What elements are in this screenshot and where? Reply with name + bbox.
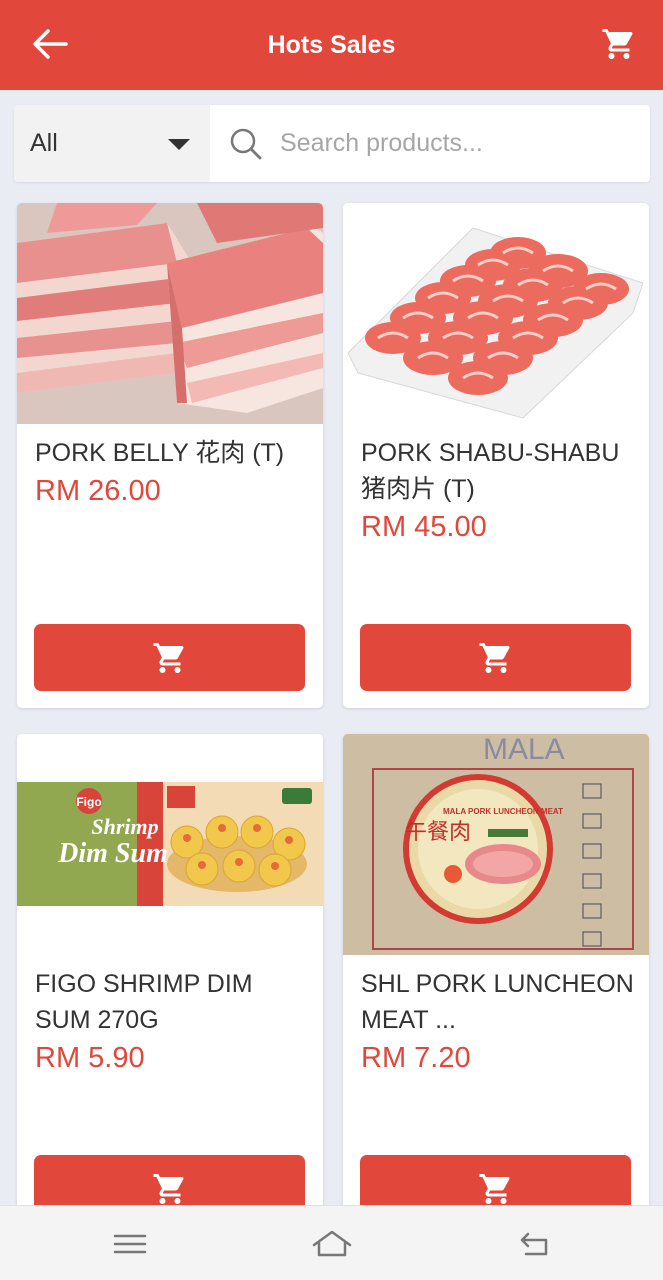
menu-icon[interactable] (110, 1228, 150, 1260)
product-card[interactable]: PORK BELLY 花肉 (T) RM 26.00 (17, 203, 323, 708)
shopping-cart-icon[interactable] (601, 26, 637, 62)
search-input[interactable] (280, 129, 640, 158)
search-box (210, 105, 650, 182)
figo-label-dim-sum: Dim Sum (57, 838, 168, 869)
mala-can-title: MALA PORK LUNCHEON MEAT (443, 807, 563, 816)
product-image-pork-belly (17, 203, 323, 424)
filter-bar: All (14, 105, 650, 182)
app-bar: Hots Sales (0, 0, 663, 90)
cart-add-icon (153, 642, 184, 673)
add-to-cart-button[interactable] (360, 624, 631, 691)
figo-label-shrimp: Shrimp (91, 814, 158, 839)
cart-add-icon (479, 642, 510, 673)
product-image-luncheon-meat: MALA MALA PORK LUNCHEON MEAT 午餐肉 (343, 734, 649, 955)
product-price: RM 7.20 (361, 1042, 471, 1074)
system-nav-bar (0, 1205, 663, 1280)
home-icon[interactable] (312, 1228, 352, 1260)
back-arrow-icon[interactable] (30, 26, 70, 62)
cart-add-icon (153, 1173, 184, 1204)
product-card[interactable]: PORK SHABU-SHABU 猪肉片 (T) RM 45.00 (343, 203, 649, 708)
add-to-cart-button[interactable] (34, 624, 305, 691)
category-selected: All (30, 129, 58, 157)
back-icon[interactable] (514, 1228, 554, 1260)
product-name: SHL PORK LUNCHEON MEAT ... (361, 970, 634, 1034)
caret-down-icon (168, 139, 190, 150)
cart-add-icon (479, 1173, 510, 1204)
product-name: FIGO SHRIMP DIM SUM 270G (35, 970, 253, 1034)
category-dropdown[interactable]: All (14, 105, 210, 182)
mala-can-chinese: 午餐肉 (405, 820, 471, 845)
product-price: RM 26.00 (35, 475, 161, 507)
page-title: Hots Sales (267, 30, 396, 59)
product-card[interactable]: Figo Shrimp Dim Sum FIGO SHRIMP DIM SUM … (17, 734, 323, 1239)
product-image-pork-shabu (343, 203, 649, 424)
product-name: PORK SHABU-SHABU 猪肉片 (T) (361, 439, 620, 503)
product-name: PORK BELLY 花肉 (T) (35, 439, 285, 467)
figo-brand-logo: Figo (76, 795, 101, 809)
mala-box-text: MALA (483, 734, 565, 766)
search-icon (230, 128, 262, 159)
product-image-figo-dim-sum: Figo Shrimp Dim Sum (17, 734, 323, 955)
product-card[interactable]: MALA MALA PORK LUNCHEON MEAT 午餐肉 SHL POR… (343, 734, 649, 1239)
product-price: RM 45.00 (361, 511, 487, 543)
product-price: RM 5.90 (35, 1042, 145, 1074)
